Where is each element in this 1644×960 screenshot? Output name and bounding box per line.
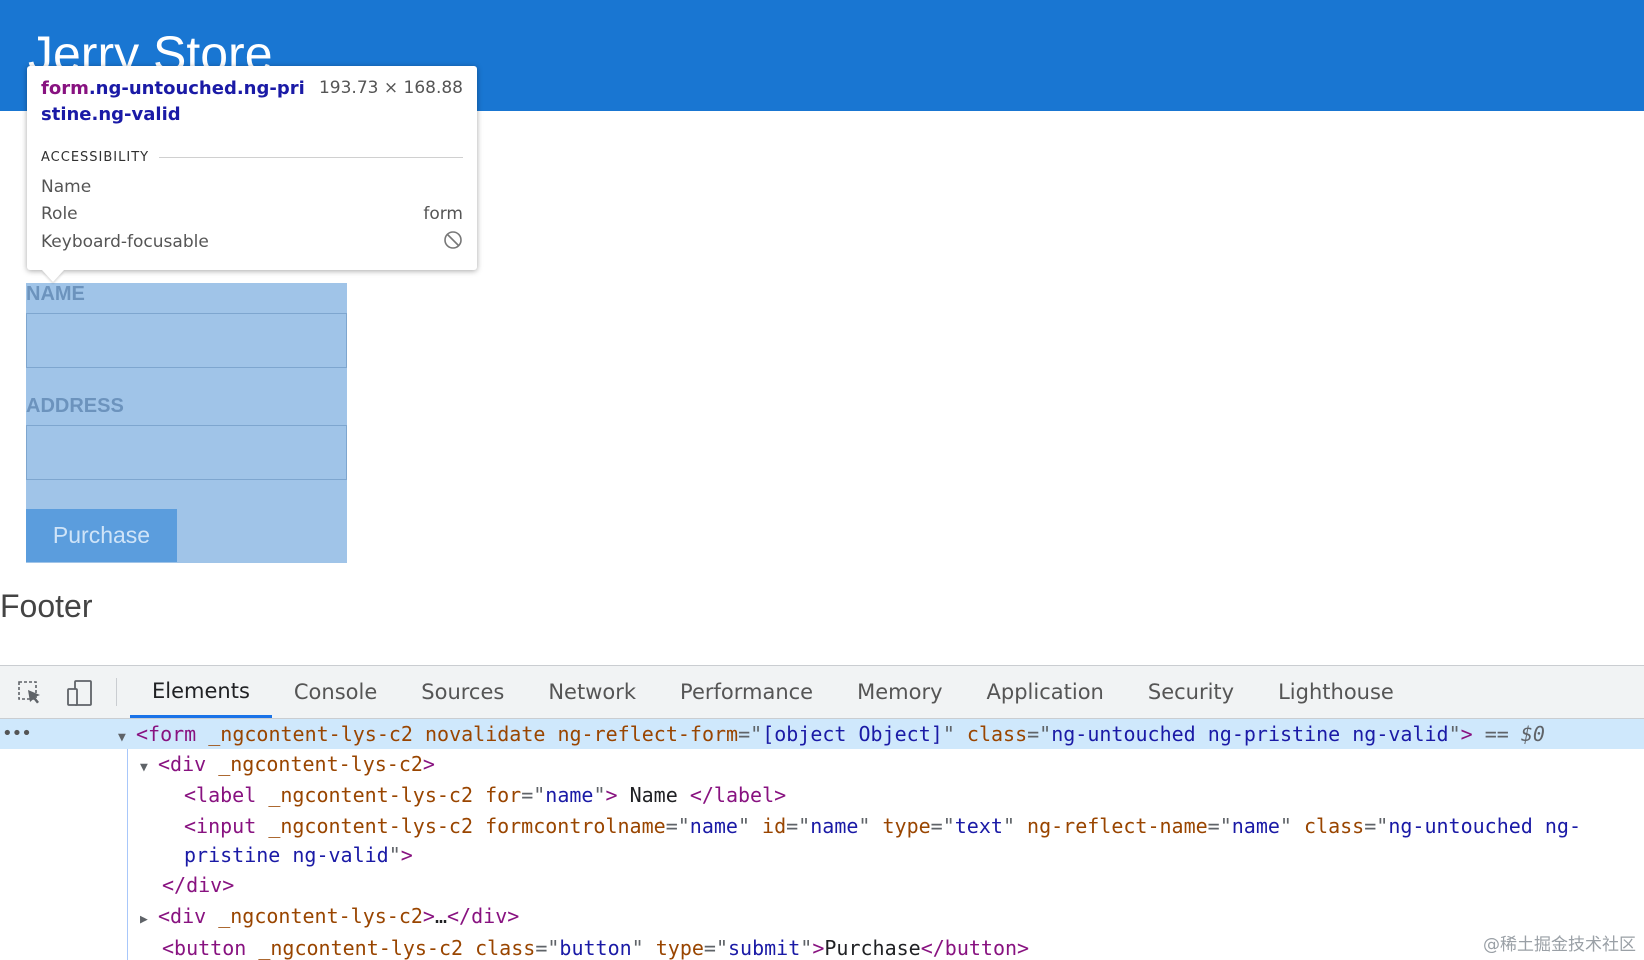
tab-elements[interactable]: Elements (130, 666, 272, 718)
not-allowed-icon (443, 230, 463, 255)
tab-security[interactable]: Security (1126, 666, 1256, 718)
a11y-name-label: Name (41, 177, 92, 197)
a11y-role-label: Role (41, 204, 78, 224)
a11y-row-focusable: Keyboard-focusable (41, 229, 463, 255)
more-options-icon[interactable]: ••• (2, 719, 32, 749)
tab-network[interactable]: Network (526, 666, 658, 718)
tree-node-label[interactable]: <label _ngcontent-lys-c2 for="name"> Nam… (0, 780, 1644, 810)
address-label: ADDRESS (26, 395, 124, 417)
watermark: @稀土掘金技术社区 (1483, 930, 1636, 955)
accessibility-heading: ACCESSIBILITY (41, 150, 150, 165)
a11y-focusable-label: Keyboard-focusable (41, 232, 209, 252)
address-input[interactable] (26, 425, 347, 480)
a11y-row-role: Role form (41, 201, 463, 227)
tooltip-arrow (42, 270, 64, 282)
tab-lighthouse[interactable]: Lighthouse (1256, 666, 1416, 718)
tree-node-input[interactable]: <input _ngcontent-lys-c2 formcontrolname… (0, 811, 1644, 841)
tab-memory[interactable]: Memory (835, 666, 964, 718)
tree-node-div-collapsed[interactable]: ▶ <div _ngcontent-lys-c2>…</div> (0, 901, 1644, 931)
devtools-toolbar: Elements Console Sources Network Perform… (0, 666, 1644, 719)
tab-sources[interactable]: Sources (399, 666, 526, 718)
purchase-form: NAME ADDRESS Purchase (26, 283, 347, 563)
expand-triangle-icon[interactable]: ▶ (140, 905, 158, 935)
tab-console[interactable]: Console (272, 666, 399, 718)
name-input[interactable] (26, 313, 347, 368)
devtools-tabs: Elements Console Sources Network Perform… (130, 666, 1416, 718)
elements-tree: ••• ▼ <form _ngcontent-lys-c2 novalidate … (0, 719, 1644, 960)
tree-node-button[interactable]: <button _ngcontent-lys-c2 class="button"… (0, 933, 1644, 960)
accessibility-section: ACCESSIBILITY (41, 150, 463, 165)
collapse-triangle-icon[interactable]: ▼ (140, 753, 158, 783)
tree-node-form[interactable]: ••• ▼ <form _ngcontent-lys-c2 novalidate … (0, 719, 1644, 749)
section-divider (159, 157, 463, 158)
inspect-tooltip: form.ng-untouched.ng-pristine.ng-valid 1… (27, 66, 477, 270)
name-label: NAME (26, 283, 85, 305)
selector-tag: form (41, 78, 89, 99)
a11y-role-value: form (423, 204, 463, 224)
tooltip-size: 193.73 × 168.88 (318, 78, 463, 98)
footer-text: Footer (0, 588, 93, 624)
toolbar-divider (116, 678, 117, 706)
a11y-row-name: Name (41, 174, 463, 200)
tab-application[interactable]: Application (965, 666, 1126, 718)
tree-node-div[interactable]: ▼ <div _ngcontent-lys-c2> (0, 749, 1644, 779)
tab-performance[interactable]: Performance (658, 666, 835, 718)
purchase-button[interactable]: Purchase (26, 509, 177, 562)
devtools-panel: Elements Console Sources Network Perform… (0, 665, 1644, 960)
tree-node-div-close[interactable]: </div> (0, 870, 1644, 900)
device-toolbar-icon[interactable] (66, 679, 94, 707)
tooltip-selector: form.ng-untouched.ng-pristine.ng-valid (41, 76, 311, 128)
tree-node-input-continued: pristine ng-valid"> (184, 843, 413, 867)
inspect-element-icon[interactable] (16, 679, 44, 707)
